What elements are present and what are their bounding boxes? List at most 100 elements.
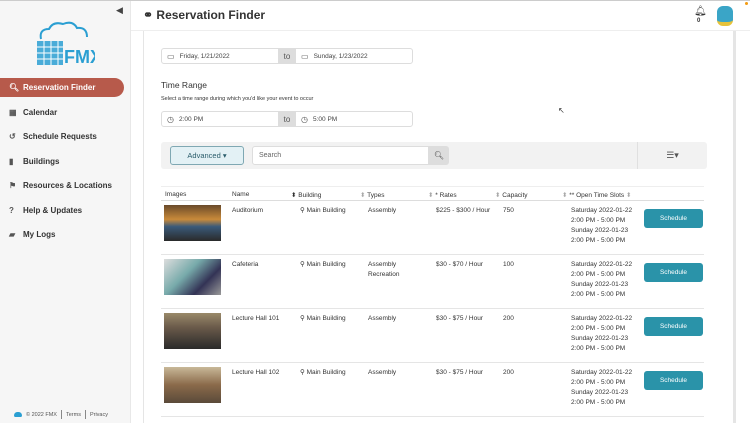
end-time-field[interactable]: ◷ 5:00 PM <box>296 112 412 126</box>
table-row: Cafeteria ⚲ Main Building Assembly Recrea… <box>161 255 704 309</box>
building: ⚲ Main Building <box>300 206 346 216</box>
time-slot: 2:00 PM - 5:00 PM <box>571 325 626 332</box>
header-open-slots[interactable]: ⬍ ** Open Time Slots ⬍ <box>562 191 631 199</box>
copyright: © 2022 FMX <box>26 411 57 418</box>
logs-icon: ▰ <box>9 230 16 239</box>
sidebar: ◀ FMX 🔍︎Reservation Finder ▦ Calendar ↺ Sc… <box>0 1 131 423</box>
avatar[interactable] <box>717 6 733 26</box>
schedule-button[interactable]: Schedule <box>644 209 703 228</box>
mouse-cursor: ↖ <box>558 106 565 115</box>
time-slot: 2:00 PM - 5:00 PM <box>571 399 626 406</box>
date-range: ▭ Friday, 1/21/2022 to ▭ Sunday, 1/23/2022 <box>161 48 413 64</box>
sidebar-item-label: Reservation Finder <box>23 83 96 92</box>
time-range: ◷ 2:00 PM to ◷ 5:00 PM <box>161 111 413 127</box>
advanced-button[interactable]: Advanced ▾ <box>170 146 244 165</box>
status-dot <box>745 2 748 5</box>
header: ⚭ Reservation Finder 🔔︎ 0 <box>131 1 750 31</box>
time-slot: Sunday 2022-01-23 <box>571 227 629 234</box>
header-capacity-label: Capacity <box>502 192 528 199</box>
sliders-icon: ☰▾ <box>666 150 679 160</box>
flag-icon: ⚑ <box>9 181 17 190</box>
room-name: Lecture Hall 101 <box>232 315 280 322</box>
sidebar-nav: 🔍︎ Reservation Finder ▦ Calendar ↺ Schedule… <box>0 78 124 250</box>
table-row: Lecture Hall 101 ⚲ Main Building Assembl… <box>161 309 704 363</box>
caret-down-icon: ▾ <box>222 151 227 160</box>
search-input[interactable]: Search <box>252 146 429 165</box>
end-date-value: Sunday, 1/23/2022 <box>313 52 368 60</box>
calendar-icon: ▭ <box>167 51 175 61</box>
capacity: 200 <box>503 315 514 322</box>
header-rates[interactable]: ⬍ * Rates <box>428 191 457 199</box>
page-title-text: Reservation Finder <box>156 8 266 22</box>
sidebar-item-schedule-requests[interactable]: ↺ Schedule Requests <box>0 127 124 146</box>
toolbar: Advanced ▾ Search 🔍︎ ☰▾ <box>161 142 707 169</box>
sidebar-item-resources-locations[interactable]: ⚑ Resources & Locations <box>0 176 124 195</box>
sidebar-item-reservation-finder[interactable]: 🔍︎ Reservation Finder <box>0 78 124 97</box>
start-time-field[interactable]: ◷ 2:00 PM <box>162 112 278 126</box>
time-slot: Sunday 2022-01-23 <box>571 281 629 288</box>
open-time-slots: Saturday 2022-01-22 2:00 PM - 5:00 PM Sund… <box>571 260 632 300</box>
type: Recreation <box>368 271 400 278</box>
map-pin-icon: ⚲ <box>300 315 305 322</box>
start-date-value: Friday, 1/21/2022 <box>179 52 230 60</box>
room-image[interactable] <box>164 313 221 349</box>
room-image[interactable] <box>164 205 221 241</box>
header-building[interactable]: ⬍ Building <box>291 191 321 199</box>
clock-icon: ◷ <box>301 114 308 124</box>
bell-icon[interactable]: 🔔︎ <box>694 6 707 17</box>
building: ⚲ Main Building <box>300 314 346 324</box>
collapse-sidebar-icon[interactable]: ◀ <box>116 5 123 16</box>
room-image[interactable] <box>164 367 221 403</box>
header-rates-label: * Rates <box>435 192 457 199</box>
sidebar-item-buildings[interactable]: ▮ Buildings <box>0 152 124 171</box>
time-slot: 2:00 PM - 5:00 PM <box>571 217 626 224</box>
types: Assembly <box>368 206 396 216</box>
help-icon: ? <box>9 205 14 215</box>
privacy-link[interactable]: Privacy <box>90 412 108 418</box>
start-date-field[interactable]: ▭ Friday, 1/21/2022 <box>162 49 278 63</box>
time-range-help: Select a time range during which you'd l… <box>161 96 314 102</box>
end-date-field[interactable]: ▭ Sunday, 1/23/2022 <box>296 49 412 63</box>
rates: $30 - $75 / Hour <box>436 369 483 376</box>
type: Assembly <box>368 369 397 376</box>
column-settings-button[interactable]: ☰▾ <box>637 142 707 169</box>
schedule-button[interactable]: Schedule <box>644 263 703 282</box>
sidebar-footer: © 2022 FMX Terms Privacy <box>14 410 108 419</box>
sidebar-item-my-logs[interactable]: ▰ My Logs <box>0 225 124 244</box>
rates: $30 - $75 / Hour <box>436 315 483 322</box>
sidebar-item-calendar[interactable]: ▦ Calendar <box>0 103 124 122</box>
time-slot: Saturday 2022-01-22 <box>571 207 633 214</box>
svg-text:FMX: FMX <box>64 47 95 67</box>
sidebar-item-help-updates[interactable]: ? Help & Updates <box>0 201 124 220</box>
types: Assembly <box>368 368 396 378</box>
open-time-slots: Saturday 2022-01-22 2:00 PM - 5:00 PM Sund… <box>571 368 632 408</box>
range-to-label: to <box>278 112 296 126</box>
range-to-label: to <box>278 49 296 63</box>
header-capacity[interactable]: ⬍ Capacity <box>495 191 528 199</box>
header-types[interactable]: ⬍ Types <box>360 191 385 199</box>
schedule-button[interactable]: Schedule <box>644 371 703 390</box>
rates: $30 - $70 / Hour <box>436 261 483 268</box>
time-slot: 2:00 PM - 5:00 PM <box>571 271 626 278</box>
header-name[interactable]: Name <box>232 191 249 198</box>
open-time-slots: Saturday 2022-01-22 2:00 PM - 5:00 PM Sund… <box>571 314 632 354</box>
fmx-logo: FMX <box>37 21 95 67</box>
table-row: Auditorium ⚲ Main Building Assembly $225… <box>161 201 704 255</box>
sidebar-item-label: Schedule Requests <box>23 132 97 141</box>
room-image[interactable] <box>164 259 221 295</box>
terms-link[interactable]: Terms <box>66 412 81 418</box>
schedule-button[interactable]: Schedule <box>644 317 703 336</box>
time-range-label: Time Range <box>161 80 207 90</box>
advanced-label: Advanced <box>187 151 221 160</box>
sidebar-item-label: Help & Updates <box>23 205 83 215</box>
search-button[interactable]: 🔍︎ <box>429 146 449 165</box>
map-pin-icon: ⚲ <box>300 369 305 376</box>
header-building-label: Building <box>298 192 322 199</box>
building: ⚲ Main Building <box>300 368 346 378</box>
header-images: Images <box>165 191 187 198</box>
room-name: Cafeteria <box>232 261 259 268</box>
sidebar-item-label: My Logs <box>23 230 56 239</box>
page-title: ⚭ Reservation Finder <box>143 8 265 22</box>
clock-icon: ◷ <box>167 114 174 124</box>
notification-count: 0 <box>697 18 701 24</box>
